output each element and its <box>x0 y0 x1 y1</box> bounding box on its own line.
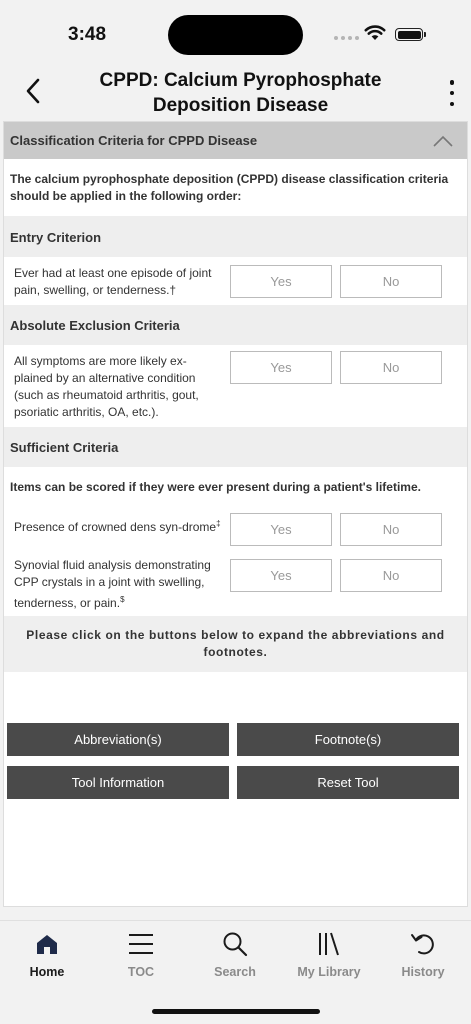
crowned-dens-yes-button[interactable]: Yes <box>230 513 332 546</box>
tab-home[interactable]: Home <box>7 929 87 979</box>
intro-text: The calcium pyrophosphate deposition (CP… <box>4 159 467 217</box>
section-title: Classification Criteria for CPPD Disease <box>10 133 258 148</box>
page-title: CPPD: Calcium Pyrophosphate Deposition D… <box>99 70 382 116</box>
exclusion-criteria-header: Absolute Exclusion Criteria <box>4 305 467 345</box>
synovial-fluid-no-button[interactable]: No <box>340 559 442 592</box>
back-button[interactable] <box>18 76 48 106</box>
exclusion-question-text: All symptoms are more likely ex-plained … <box>14 354 199 419</box>
exclusion-question-row: All symptoms are more likely ex-plained … <box>4 345 467 427</box>
status-bar: 3:48 <box>0 0 471 64</box>
tool-information-button[interactable]: Tool Information <box>7 766 229 799</box>
dynamic-island <box>168 15 303 55</box>
exclusion-no-button[interactable]: No <box>340 351 442 384</box>
tab-history[interactable]: History <box>383 929 463 979</box>
home-indicator <box>152 1009 320 1014</box>
sufficient-criteria-header: Sufficient Criteria <box>4 427 467 467</box>
content-card: Classification Criteria for CPPD Disease… <box>3 121 468 907</box>
expand-instructions: Please click on the buttons below to exp… <box>4 616 467 672</box>
wifi-icon <box>364 25 386 40</box>
abbreviations-button[interactable]: Abbreviation(s) <box>7 723 229 756</box>
synovial-fluid-row: Synovial fluid analysis demonstrating CP… <box>4 553 467 616</box>
battery-icon <box>395 28 423 41</box>
synovial-fluid-text: Synovial fluid analysis demonstrating CP… <box>14 558 211 610</box>
crowned-dens-no-button[interactable]: No <box>340 513 442 546</box>
entry-yes-button[interactable]: Yes <box>230 265 332 298</box>
search-icon <box>223 932 248 957</box>
more-options-button[interactable] <box>444 78 460 108</box>
tab-toc[interactable]: TOC <box>101 929 181 979</box>
footnotes-button[interactable]: Footnote(s) <box>237 723 459 756</box>
entry-no-button[interactable]: No <box>340 265 442 298</box>
entry-criterion-header: Entry Criterion <box>4 217 467 257</box>
more-dot-icon <box>449 80 455 85</box>
chevron-up-icon[interactable] <box>433 135 453 147</box>
chevron-left-icon <box>26 78 40 104</box>
library-icon <box>319 932 339 956</box>
crowned-dens-row: Presence of crowned dens syn-drome‡ Yes … <box>4 507 467 553</box>
tab-my-library[interactable]: My Library <box>289 929 369 979</box>
tab-search[interactable]: Search <box>195 929 275 979</box>
signal-icon <box>334 36 359 40</box>
crowned-dens-text: Presence of crowned dens syn-drome‡ <box>14 519 221 534</box>
status-time: 3:48 <box>68 24 107 45</box>
reset-tool-button[interactable]: Reset Tool <box>237 766 459 799</box>
home-icon <box>37 935 57 954</box>
exclusion-yes-button[interactable]: Yes <box>230 351 332 384</box>
section-header[interactable]: Classification Criteria for CPPD Disease <box>4 122 467 159</box>
history-icon <box>411 934 434 955</box>
entry-question-text: Ever had at least one episode of joint p… <box>14 266 212 297</box>
scoring-note: Items can be scored if they were ever pr… <box>10 480 421 494</box>
entry-question-row: Ever had at least one episode of joint p… <box>4 257 467 305</box>
synovial-fluid-yes-button[interactable]: Yes <box>230 559 332 592</box>
list-icon <box>129 934 153 954</box>
nav-header: CPPD: Calcium Pyrophosphate Deposition D… <box>0 64 471 120</box>
